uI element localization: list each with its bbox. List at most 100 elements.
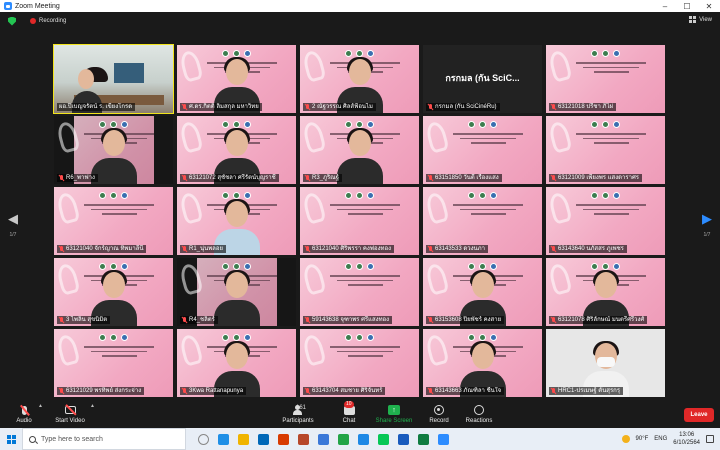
previous-page-button[interactable]: ◀ 1/7 xyxy=(6,212,20,239)
minimize-button[interactable]: – xyxy=(654,0,676,12)
clock[interactable]: 13:06 6/10/2564 xyxy=(673,431,700,447)
participant-tile[interactable]: R1_นุ่นพลอย xyxy=(177,187,296,255)
participant-tile[interactable]: 63153608 ปิยพัชร์ คงสาย xyxy=(423,258,542,326)
institution-logos xyxy=(591,192,620,199)
system-tray: 90°F ENG 13:06 6/10/2564 xyxy=(621,431,720,447)
language-indicator[interactable]: ENG xyxy=(654,436,667,442)
participant-name-label: 63143640 นภัสสร ภูเพชร xyxy=(549,245,627,253)
record-icon xyxy=(434,405,444,415)
participant-tile[interactable]: 63121009 เพียงพร แสงดาราศร xyxy=(546,116,665,184)
institution-logos xyxy=(591,263,620,270)
participant-tile[interactable]: 63151850 วันดี เรืองแสง xyxy=(423,116,542,184)
share-screen-label: Share Screen xyxy=(375,418,413,424)
close-button[interactable]: ✕ xyxy=(698,0,720,12)
weather-sun-icon xyxy=(621,435,630,443)
muted-microphone-icon xyxy=(551,388,556,394)
participant-tile[interactable]: 63121072 สุชัชลา ศรีรัตน์บุญราชี xyxy=(177,116,296,184)
institution-logos xyxy=(345,263,374,270)
pdf-reader-icon[interactable] xyxy=(298,433,309,445)
participants-count: 161 xyxy=(296,405,307,411)
maximize-button[interactable]: ☐ xyxy=(676,0,698,12)
task-view-icon[interactable] xyxy=(198,433,209,445)
participant-tile[interactable]: 63121029 พรทิพย์ ส่งกระจ่าง xyxy=(54,329,173,397)
zoom-taskbar-icon[interactable] xyxy=(438,433,449,445)
participant-tile[interactable]: 63121040 จักร์ญาณ ทิพมาลีนี xyxy=(54,187,173,255)
participants-label: Participants xyxy=(282,418,314,424)
participant-video xyxy=(336,128,383,184)
next-page-button[interactable]: ▶ 1/7 xyxy=(700,212,714,239)
photos-icon[interactable] xyxy=(358,433,369,445)
institution-logos xyxy=(468,263,497,270)
reactions-button[interactable]: Reactions xyxy=(464,404,494,424)
excel-icon[interactable] xyxy=(418,433,429,445)
participant-name-label: 63143533 ดวงนภา xyxy=(426,245,488,253)
institution-logos xyxy=(99,192,128,199)
participant-tile[interactable]: R6_พาฟาง xyxy=(54,116,173,184)
muted-microphone-icon xyxy=(305,388,310,394)
record-button[interactable]: Record xyxy=(426,404,452,424)
file-explorer-icon[interactable] xyxy=(238,433,249,445)
muted-microphone-icon xyxy=(182,317,187,323)
participant-name-label: R1_นุ่นพลอย xyxy=(180,245,226,253)
participant-tile[interactable]: 3 ไพลิน สุขนิมิต xyxy=(54,258,173,326)
taskbar-search-box[interactable]: Type here to search xyxy=(22,428,186,450)
audio-button[interactable]: Audio xyxy=(10,404,38,424)
participant-name: 63121078 ศิริลักษณ์ มนตรีศรีวงศ์ xyxy=(558,317,645,323)
audio-options-caret-icon[interactable]: ▲ xyxy=(38,403,43,409)
leave-button[interactable]: Leave xyxy=(684,408,714,422)
participant-tile[interactable]: 63143640 นภัสสร ภูเพชร xyxy=(546,187,665,255)
participant-name-label: ผอ.ปีเบญจรัตน์ ร. เขียงโกรด xyxy=(57,103,136,111)
participant-tile[interactable]: 2 ณัฐวรรณ ศิลส์ฟ้อนไม xyxy=(300,45,419,113)
participant-tile[interactable]: 63143533 ดวงนภา xyxy=(423,187,542,255)
participant-tile[interactable]: 63121078 ศิริลักษณ์ มนตรีศรีวงศ์ xyxy=(546,258,665,326)
participant-tile[interactable]: กรกมล (กัน SciC... กรกมล (กัน SciCinéRu) xyxy=(423,45,542,113)
line-app-icon[interactable] xyxy=(378,433,389,445)
muted-microphone-icon xyxy=(428,388,433,394)
participant-tile[interactable]: ผอ.ปีเบญจรัตน์ ร. เขียงโกรด xyxy=(53,44,174,114)
participant-tile[interactable]: HRC1-ปรเมษฐ์ ตันสุรกรุ xyxy=(546,329,665,397)
video-options-caret-icon[interactable]: ▲ xyxy=(90,403,95,409)
participant-name-label: 63143704 สมชาย ศิริจันทร์ xyxy=(303,387,386,395)
participant-name: R4_ชลิตร์ xyxy=(189,317,215,323)
participant-tile[interactable]: 63121018 ปรีชา ภิไผ่ xyxy=(546,45,665,113)
participant-name: 63121040 ศิริพรรา คงฟองทอง xyxy=(312,246,392,252)
edge-browser-icon[interactable] xyxy=(218,433,229,445)
participant-tile[interactable]: 63121040 ศิริพรรา คงฟองทอง xyxy=(300,187,419,255)
participant-name: 63121072 สุชัชลา ศรีรัตน์บุญราชี xyxy=(189,175,276,181)
participant-name: 63121018 ปรีชา ภิไผ่ xyxy=(558,104,613,110)
slide-text-lines xyxy=(330,204,400,218)
notification-center-icon[interactable] xyxy=(706,435,714,443)
participant-name-label: ศ.ดร.กิตติ ลิ้มสกุล มหาวิทย xyxy=(180,103,262,111)
participant-tile[interactable]: 59143638 จุฑาพร ศรีแสงทอง xyxy=(300,258,419,326)
participant-name: 63143640 นภัสสร ภูเพชร xyxy=(558,246,624,252)
institution-logos xyxy=(99,334,128,341)
start-video-button[interactable]: Start Video xyxy=(50,404,90,424)
chrome-browser-icon[interactable] xyxy=(318,433,329,445)
participant-tile[interactable]: 63143704 สมชาย ศิริจันทร์ xyxy=(300,329,419,397)
start-button[interactable] xyxy=(0,428,22,450)
institution-logos xyxy=(468,121,497,128)
share-screen-button[interactable]: ↑ Share Screen xyxy=(374,404,414,424)
maps-icon[interactable] xyxy=(338,433,349,445)
powerpoint-icon[interactable] xyxy=(278,433,289,445)
muted-microphone-icon xyxy=(182,246,187,252)
participants-button[interactable]: 161 Participants xyxy=(278,404,318,424)
participant-name: R3_ภูริณฐ์ xyxy=(312,175,340,181)
view-button[interactable]: View xyxy=(689,16,712,23)
mail-icon[interactable] xyxy=(258,433,269,445)
participant-name-label: 63121040 ศิริพรรา คงฟองทอง xyxy=(303,245,395,253)
security-shield-icon[interactable] xyxy=(8,16,16,26)
institution-logos xyxy=(222,334,251,341)
muted-microphone-icon xyxy=(551,317,556,323)
participant-name-label: 3Kwa Rattanapunya xyxy=(180,387,247,395)
institution-logos xyxy=(345,334,374,341)
participant-tile[interactable]: ศ.ดร.กิตติ ลิ้มสกุล มหาวิทย xyxy=(177,45,296,113)
chat-button[interactable]: 10 Chat xyxy=(336,401,362,424)
participant-tile[interactable]: R3_ภูริณฐ์ xyxy=(300,116,419,184)
word-icon[interactable] xyxy=(398,433,409,445)
participant-tile[interactable]: 3Kwa Rattanapunya xyxy=(177,329,296,397)
participant-tile[interactable]: R4_ชลิตร์ xyxy=(177,258,296,326)
participant-tile[interactable]: 63143663 ภัณฑิลา ชื่นใจ xyxy=(423,329,542,397)
participant-name: 59143638 จุฑาพร ศรีแสงทอง xyxy=(312,317,390,323)
search-placeholder: Type here to search xyxy=(41,435,103,443)
